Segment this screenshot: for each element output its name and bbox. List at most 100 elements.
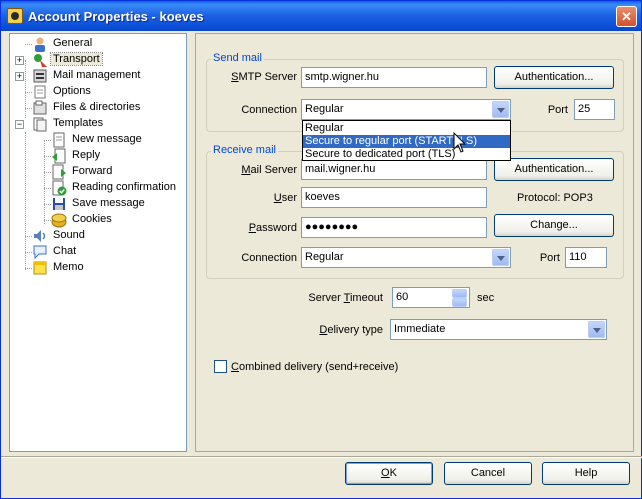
protocol-text: Protocol: POP3 [517, 192, 593, 204]
tree-item-forward[interactable]: Forward [10, 164, 186, 180]
tree-item-label: General [53, 37, 93, 49]
delivery-type-select[interactable]: Immediate [390, 319, 607, 340]
templates-icon [33, 117, 47, 132]
tree-item-general[interactable]: General [10, 36, 186, 52]
dropdown-option-regular[interactable]: Regular [303, 122, 510, 135]
server-timeout-label: Server Timeout [308, 292, 383, 304]
ok-button[interactable]: OK [345, 462, 433, 485]
tree-item-sound[interactable]: Sound [10, 228, 186, 244]
user-input[interactable]: koeves [301, 187, 487, 208]
tree-item-save-message[interactable]: Save message [10, 196, 186, 212]
collapse-icon[interactable]: − [15, 120, 24, 129]
server-timeout-input[interactable]: 60 [392, 287, 470, 308]
smtp-server-input[interactable]: smtp.wigner.hu [301, 67, 487, 88]
tree-item-label: Cookies [72, 213, 112, 225]
send-connection-label: Connection [241, 104, 297, 116]
chevron-down-icon[interactable] [588, 321, 605, 338]
tree-item-cookies[interactable]: Cookies [10, 212, 186, 228]
tree-item-label: Reading confirmation [72, 181, 176, 193]
cancel-button[interactable]: Cancel [444, 462, 532, 485]
dropdown-option-starttls[interactable]: Secure to regular port (STARTTLS) [303, 135, 510, 148]
receive-connection-value: Regular [305, 251, 344, 263]
expand-icon[interactable]: + [15, 56, 24, 65]
send-port-input[interactable]: 25 [574, 99, 615, 120]
send-connection-dropdown-list[interactable]: Regular Secure to regular port (STARTTLS… [302, 120, 511, 161]
tree-connector [25, 44, 32, 45]
user-icon [35, 37, 45, 52]
tree-item-label: Templates [53, 117, 104, 129]
footer-separator [1, 456, 642, 458]
combined-delivery-label[interactable]: Combined delivery (send+receive) [231, 361, 398, 373]
receive-connection-label: Connection [241, 252, 297, 264]
close-icon: ✕ [621, 9, 632, 24]
tree-item-reading-confirmation[interactable]: Reading confirmation [10, 180, 186, 196]
delivery-type-value: Immediate [394, 323, 446, 335]
timeout-spinner[interactable] [452, 289, 468, 307]
memo-icon [33, 261, 47, 275]
help-button[interactable]: Help [542, 462, 630, 485]
close-button[interactable]: ✕ [616, 6, 637, 27]
forward-icon [52, 164, 66, 180]
change-password-button[interactable]: Change... [494, 214, 614, 237]
category-tree[interactable]: General + Transport + Mail management Op… [9, 33, 187, 452]
tree-item-label: Reply [72, 149, 101, 161]
delivery-type-label: Delivery type [319, 324, 383, 336]
tree-item-transport[interactable]: + Transport [10, 52, 186, 68]
dropdown-option-tls[interactable]: Secure to dedicated port (TLS) [303, 148, 510, 161]
send-connection-select[interactable]: Regular [301, 99, 511, 120]
sound-icon [34, 230, 46, 242]
cookies-icon [51, 213, 67, 228]
smtp-server-label: SMTP Server [231, 71, 297, 83]
password-input[interactable]: ●●●●●●●● [301, 217, 487, 238]
chat-icon [33, 245, 47, 260]
timeout-unit-label: sec [477, 292, 495, 304]
spin-down-icon[interactable] [452, 298, 467, 307]
window-title: Account Properties - koeves [28, 9, 204, 24]
tree-item-memo[interactable]: Memo [10, 260, 186, 276]
tree-connector [25, 252, 32, 253]
tree-item-reply[interactable]: Reply [10, 148, 186, 164]
tree-item-label: Forward [72, 165, 113, 177]
tree-item-chat[interactable]: Chat [10, 244, 186, 260]
chevron-down-icon[interactable] [492, 101, 509, 118]
send-authentication-button[interactable]: Authentication... [494, 66, 614, 89]
tree-item-templates[interactable]: − Templates [10, 116, 186, 132]
tree-connector [44, 188, 51, 189]
send-connection-value: Regular [305, 103, 344, 115]
user-label: User [273, 192, 297, 204]
receive-connection-select[interactable]: Regular [301, 247, 511, 268]
account-properties-window: Account Properties - koeves ✕ General + … [0, 0, 642, 499]
receive-port-input[interactable]: 110 [565, 247, 607, 268]
send-mail-legend: Send mail [211, 52, 264, 64]
tree-item-label: Options [53, 85, 91, 97]
tree-item-options[interactable]: Options [10, 84, 186, 100]
spin-up-icon[interactable] [452, 289, 467, 298]
app-icon [7, 8, 23, 24]
tree-item-label: Mail management [53, 69, 141, 81]
receive-authentication-button[interactable]: Authentication... [494, 158, 614, 181]
tree-connector [25, 92, 32, 93]
chevron-down-icon[interactable] [492, 249, 509, 266]
tree-connector [25, 268, 32, 269]
tree-item-files-directories[interactable]: Files & directories [10, 100, 186, 116]
send-port-label: Port [547, 104, 568, 116]
mail-server-label: Mail Server [241, 164, 297, 176]
server-timeout-value: 60 [396, 291, 409, 303]
tree-connector [25, 108, 32, 109]
tree-connector [44, 204, 51, 205]
tree-item-label: Transport [50, 52, 103, 66]
new-message-icon [53, 132, 65, 148]
tree-connector [44, 140, 51, 141]
tree-item-mail-management[interactable]: + Mail management [10, 68, 186, 84]
options-icon [34, 85, 46, 99]
tree-item-label: Save message [72, 197, 145, 209]
title-bar[interactable]: Account Properties - koeves ✕ [1, 1, 641, 31]
mail-management-icon [33, 69, 47, 83]
tree-connector [44, 172, 51, 173]
combined-delivery-checkbox[interactable] [214, 360, 227, 373]
expand-icon[interactable]: + [15, 72, 24, 81]
tree-item-new-message[interactable]: New message [10, 132, 186, 148]
reading-confirmation-icon [52, 180, 67, 196]
mail-server-input[interactable]: mail.wigner.hu [301, 159, 487, 180]
tree-connector [25, 236, 32, 237]
